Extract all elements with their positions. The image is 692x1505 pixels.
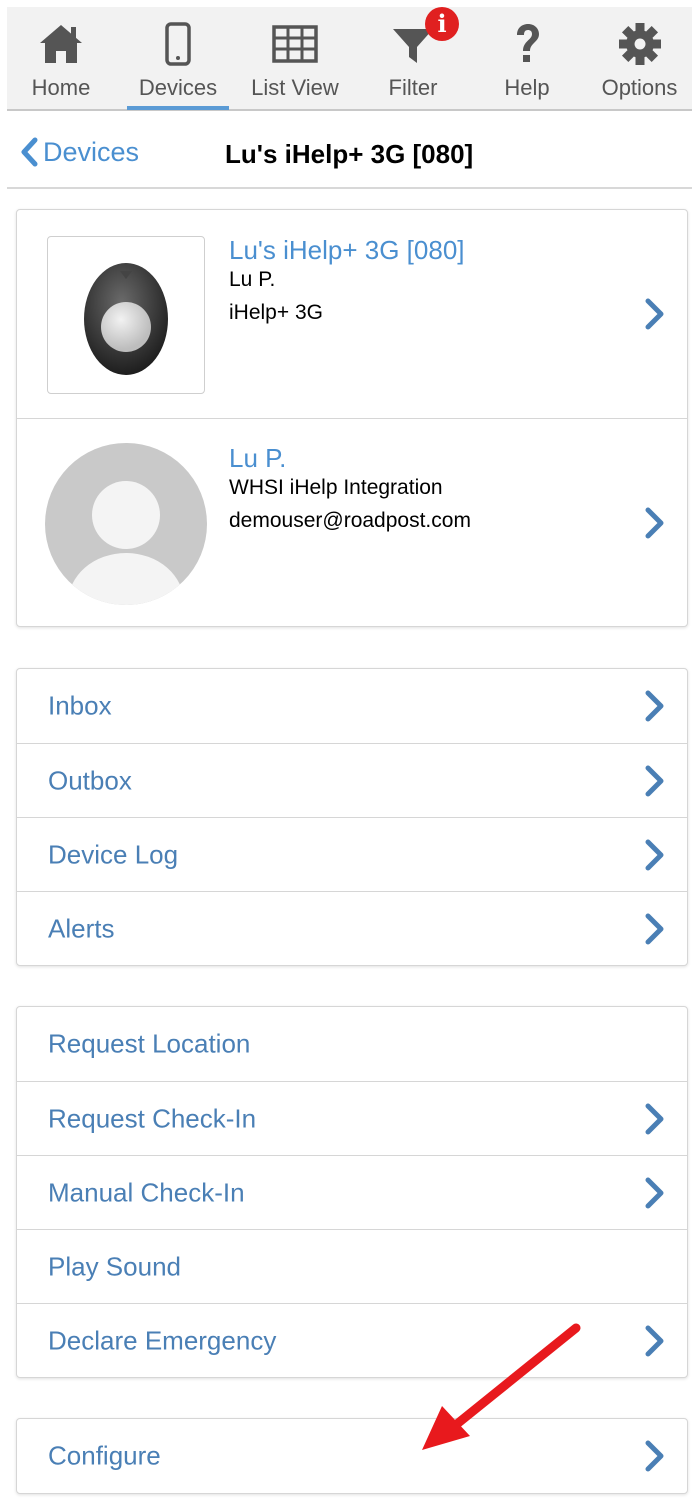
menu-item-label: Configure [48, 1440, 161, 1471]
device-thumbnail [47, 236, 205, 394]
question-icon [517, 24, 539, 62]
device-name-link[interactable]: Lu's iHelp+ 3G [080] [229, 235, 465, 266]
menu-item-label: Inbox [48, 690, 112, 721]
pendant-device-image [84, 263, 168, 375]
active-tab-indicator [127, 106, 229, 110]
messages-menu: Inbox Outbox Device Log Alerts [16, 668, 688, 966]
chevron-right-icon [645, 1103, 664, 1134]
menu-item-manual-check-in[interactable]: Manual Check-In [17, 1155, 687, 1229]
toolbar-options-label: Options [601, 75, 678, 100]
top-toolbar: Home Devices List View i Filter Help Opt… [7, 7, 692, 111]
menu-item-declare-emergency[interactable]: Declare Emergency [17, 1303, 687, 1377]
menu-item-request-location[interactable]: Request Location [17, 1007, 687, 1081]
menu-item-label: Request Check-In [48, 1103, 257, 1133]
toolbar-list-view[interactable]: List View [241, 7, 349, 107]
menu-item-device-log[interactable]: Device Log [17, 817, 687, 891]
toolbar-list-view-label: List View [251, 75, 339, 100]
user-silhouette-icon [68, 481, 184, 605]
menu-item-play-sound[interactable]: Play Sound [17, 1229, 687, 1303]
toolbar-filter-label: Filter [388, 75, 438, 100]
chevron-right-icon [645, 507, 664, 538]
device-model: iHelp+ 3G [229, 301, 323, 324]
grid-icon [272, 25, 318, 63]
actions-menu: Request Location Request Check-In Manual… [16, 1006, 688, 1378]
page-title: Lu's iHelp+ 3G [080] [225, 139, 474, 169]
toolbar-filter[interactable]: i Filter [359, 7, 467, 107]
user-name-link[interactable]: Lu P. [229, 443, 286, 474]
menu-item-alerts[interactable]: Alerts [17, 891, 687, 965]
device-summary-row[interactable]: Lu's iHelp+ 3G [080] Lu P. iHelp+ 3G [17, 210, 687, 418]
device-user-card: Lu's iHelp+ 3G [080] Lu P. iHelp+ 3G Lu … [16, 209, 688, 627]
smartphone-icon [165, 22, 191, 66]
toolbar-help-label: Help [504, 75, 550, 100]
chevron-right-icon [645, 298, 664, 330]
menu-item-configure[interactable]: Configure [17, 1419, 687, 1493]
filter-info-badge: i [425, 7, 459, 41]
gear-icon [618, 23, 661, 65]
chevron-right-icon [645, 1440, 664, 1472]
menu-item-label: Manual Check-In [48, 1177, 245, 1207]
chevron-right-icon [645, 765, 664, 796]
chevron-right-icon [645, 839, 664, 870]
menu-item-label: Request Location [48, 1028, 251, 1059]
chevron-right-icon [645, 1325, 664, 1356]
chevron-right-icon [645, 1177, 664, 1208]
chevron-left-icon [21, 137, 38, 167]
chevron-right-icon [645, 913, 664, 944]
menu-item-inbox[interactable]: Inbox [17, 669, 687, 743]
home-icon [40, 25, 82, 63]
menu-item-outbox[interactable]: Outbox [17, 743, 687, 817]
menu-item-label: Declare Emergency [48, 1325, 277, 1355]
menu-item-request-check-in[interactable]: Request Check-In [17, 1081, 687, 1155]
back-button[interactable]: Devices [19, 135, 139, 169]
toolbar-home[interactable]: Home [7, 7, 115, 107]
user-summary-row[interactable]: Lu P. WHSI iHelp Integration demouser@ro… [17, 418, 687, 626]
menu-item-label: Play Sound [48, 1251, 181, 1281]
chevron-right-icon [645, 690, 664, 722]
config-menu: Configure [16, 1418, 688, 1494]
toolbar-devices[interactable]: Devices [125, 7, 231, 110]
toolbar-devices-label: Devices [138, 75, 218, 100]
menu-item-label: Alerts [48, 913, 115, 943]
user-organization: WHSI iHelp Integration [229, 476, 443, 499]
device-owner: Lu P. [229, 268, 276, 291]
user-email: demouser@roadpost.com [229, 509, 471, 532]
toolbar-help[interactable]: Help [473, 7, 581, 107]
menu-item-label: Device Log [48, 839, 179, 869]
page-header: Devices Lu's iHelp+ 3G [080] [7, 117, 692, 189]
toolbar-home-label: Home [31, 75, 91, 100]
menu-item-label: Outbox [48, 765, 132, 795]
toolbar-options[interactable]: Options [587, 7, 692, 107]
back-button-label: Devices [43, 136, 140, 167]
user-avatar [45, 443, 207, 605]
